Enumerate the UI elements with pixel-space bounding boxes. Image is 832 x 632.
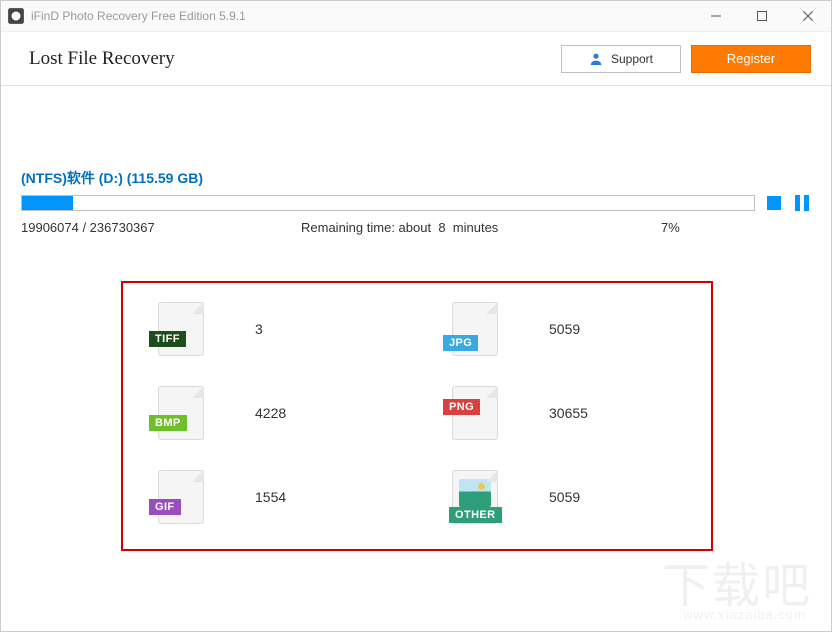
body-area: (NTFS)软件 (D:) (115.59 GB) 19906074 / 236…: [1, 86, 831, 551]
progress-fill: [22, 196, 73, 210]
window-title: iFinD Photo Recovery Free Edition 5.9.1: [31, 9, 246, 23]
close-button[interactable]: [785, 1, 831, 32]
bmp-file-icon: BMP: [153, 385, 209, 441]
titlebar: iFinD Photo Recovery Free Edition 5.9.1: [1, 1, 831, 32]
progress-bar: [21, 195, 755, 211]
bmp-count: 4228: [255, 405, 286, 421]
progress-row: [21, 194, 811, 212]
results-grid: TIFF 3 JPG 5059 BMP 4228 PNG 30655 GIF 1554 OTHER 5…: [153, 301, 681, 525]
watermark: 下载吧: [662, 546, 812, 616]
pause-button[interactable]: [793, 194, 811, 212]
png-count: 30655: [549, 405, 588, 421]
percent-text: 7%: [621, 220, 811, 235]
tiff-count: 3: [255, 321, 263, 337]
result-item-gif[interactable]: GIF 1554: [153, 469, 387, 525]
pause-icon: [795, 195, 800, 211]
tiff-file-icon: TIFF: [153, 301, 209, 357]
remaining-text: Remaining time: about 8 minutes: [301, 220, 621, 235]
gif-file-icon: GIF: [153, 469, 209, 525]
stop-button[interactable]: [765, 194, 783, 212]
result-item-bmp[interactable]: BMP 4228: [153, 385, 387, 441]
other-file-icon: OTHER: [447, 469, 503, 525]
person-icon: [589, 52, 603, 66]
result-item-other[interactable]: OTHER 5059: [447, 469, 681, 525]
result-item-png[interactable]: PNG 30655: [447, 385, 681, 441]
support-label: Support: [611, 52, 653, 66]
watermark-sub: www.xiazaiba.com: [683, 607, 806, 622]
pause-icon: [804, 195, 809, 211]
png-badge: PNG: [443, 399, 480, 415]
drive-info: (NTFS)软件 (D:) (115.59 GB): [21, 168, 811, 188]
support-button[interactable]: Support: [561, 45, 681, 73]
jpg-count: 5059: [549, 321, 580, 337]
results-panel: TIFF 3 JPG 5059 BMP 4228 PNG 30655 GIF 1554 OTHER 5…: [121, 281, 713, 551]
minimize-button[interactable]: [693, 1, 739, 32]
result-item-jpg[interactable]: JPG 5059: [447, 301, 681, 357]
result-item-tiff[interactable]: TIFF 3: [153, 301, 387, 357]
tiff-badge: TIFF: [149, 331, 186, 347]
sectors-text: 19906074 / 236730367: [21, 220, 301, 235]
gif-badge: GIF: [149, 499, 181, 515]
app-icon: [7, 7, 25, 25]
window-controls: [693, 1, 831, 32]
app-window: iFinD Photo Recovery Free Edition 5.9.1 …: [0, 0, 832, 632]
maximize-button[interactable]: [739, 1, 785, 32]
stop-icon: [767, 196, 781, 210]
gif-count: 1554: [255, 489, 286, 505]
other-count: 5059: [549, 489, 580, 505]
stats-row: 19906074 / 236730367 Remaining time: abo…: [21, 220, 811, 235]
other-badge: OTHER: [449, 507, 502, 523]
bmp-badge: BMP: [149, 415, 187, 431]
register-label: Register: [727, 51, 775, 66]
jpg-badge: JPG: [443, 335, 478, 351]
png-file-icon: PNG: [447, 385, 503, 441]
jpg-file-icon: JPG: [447, 301, 503, 357]
toolbar: Lost File Recovery Support Register: [1, 32, 831, 86]
register-button[interactable]: Register: [691, 45, 811, 73]
page-title: Lost File Recovery: [29, 48, 175, 70]
